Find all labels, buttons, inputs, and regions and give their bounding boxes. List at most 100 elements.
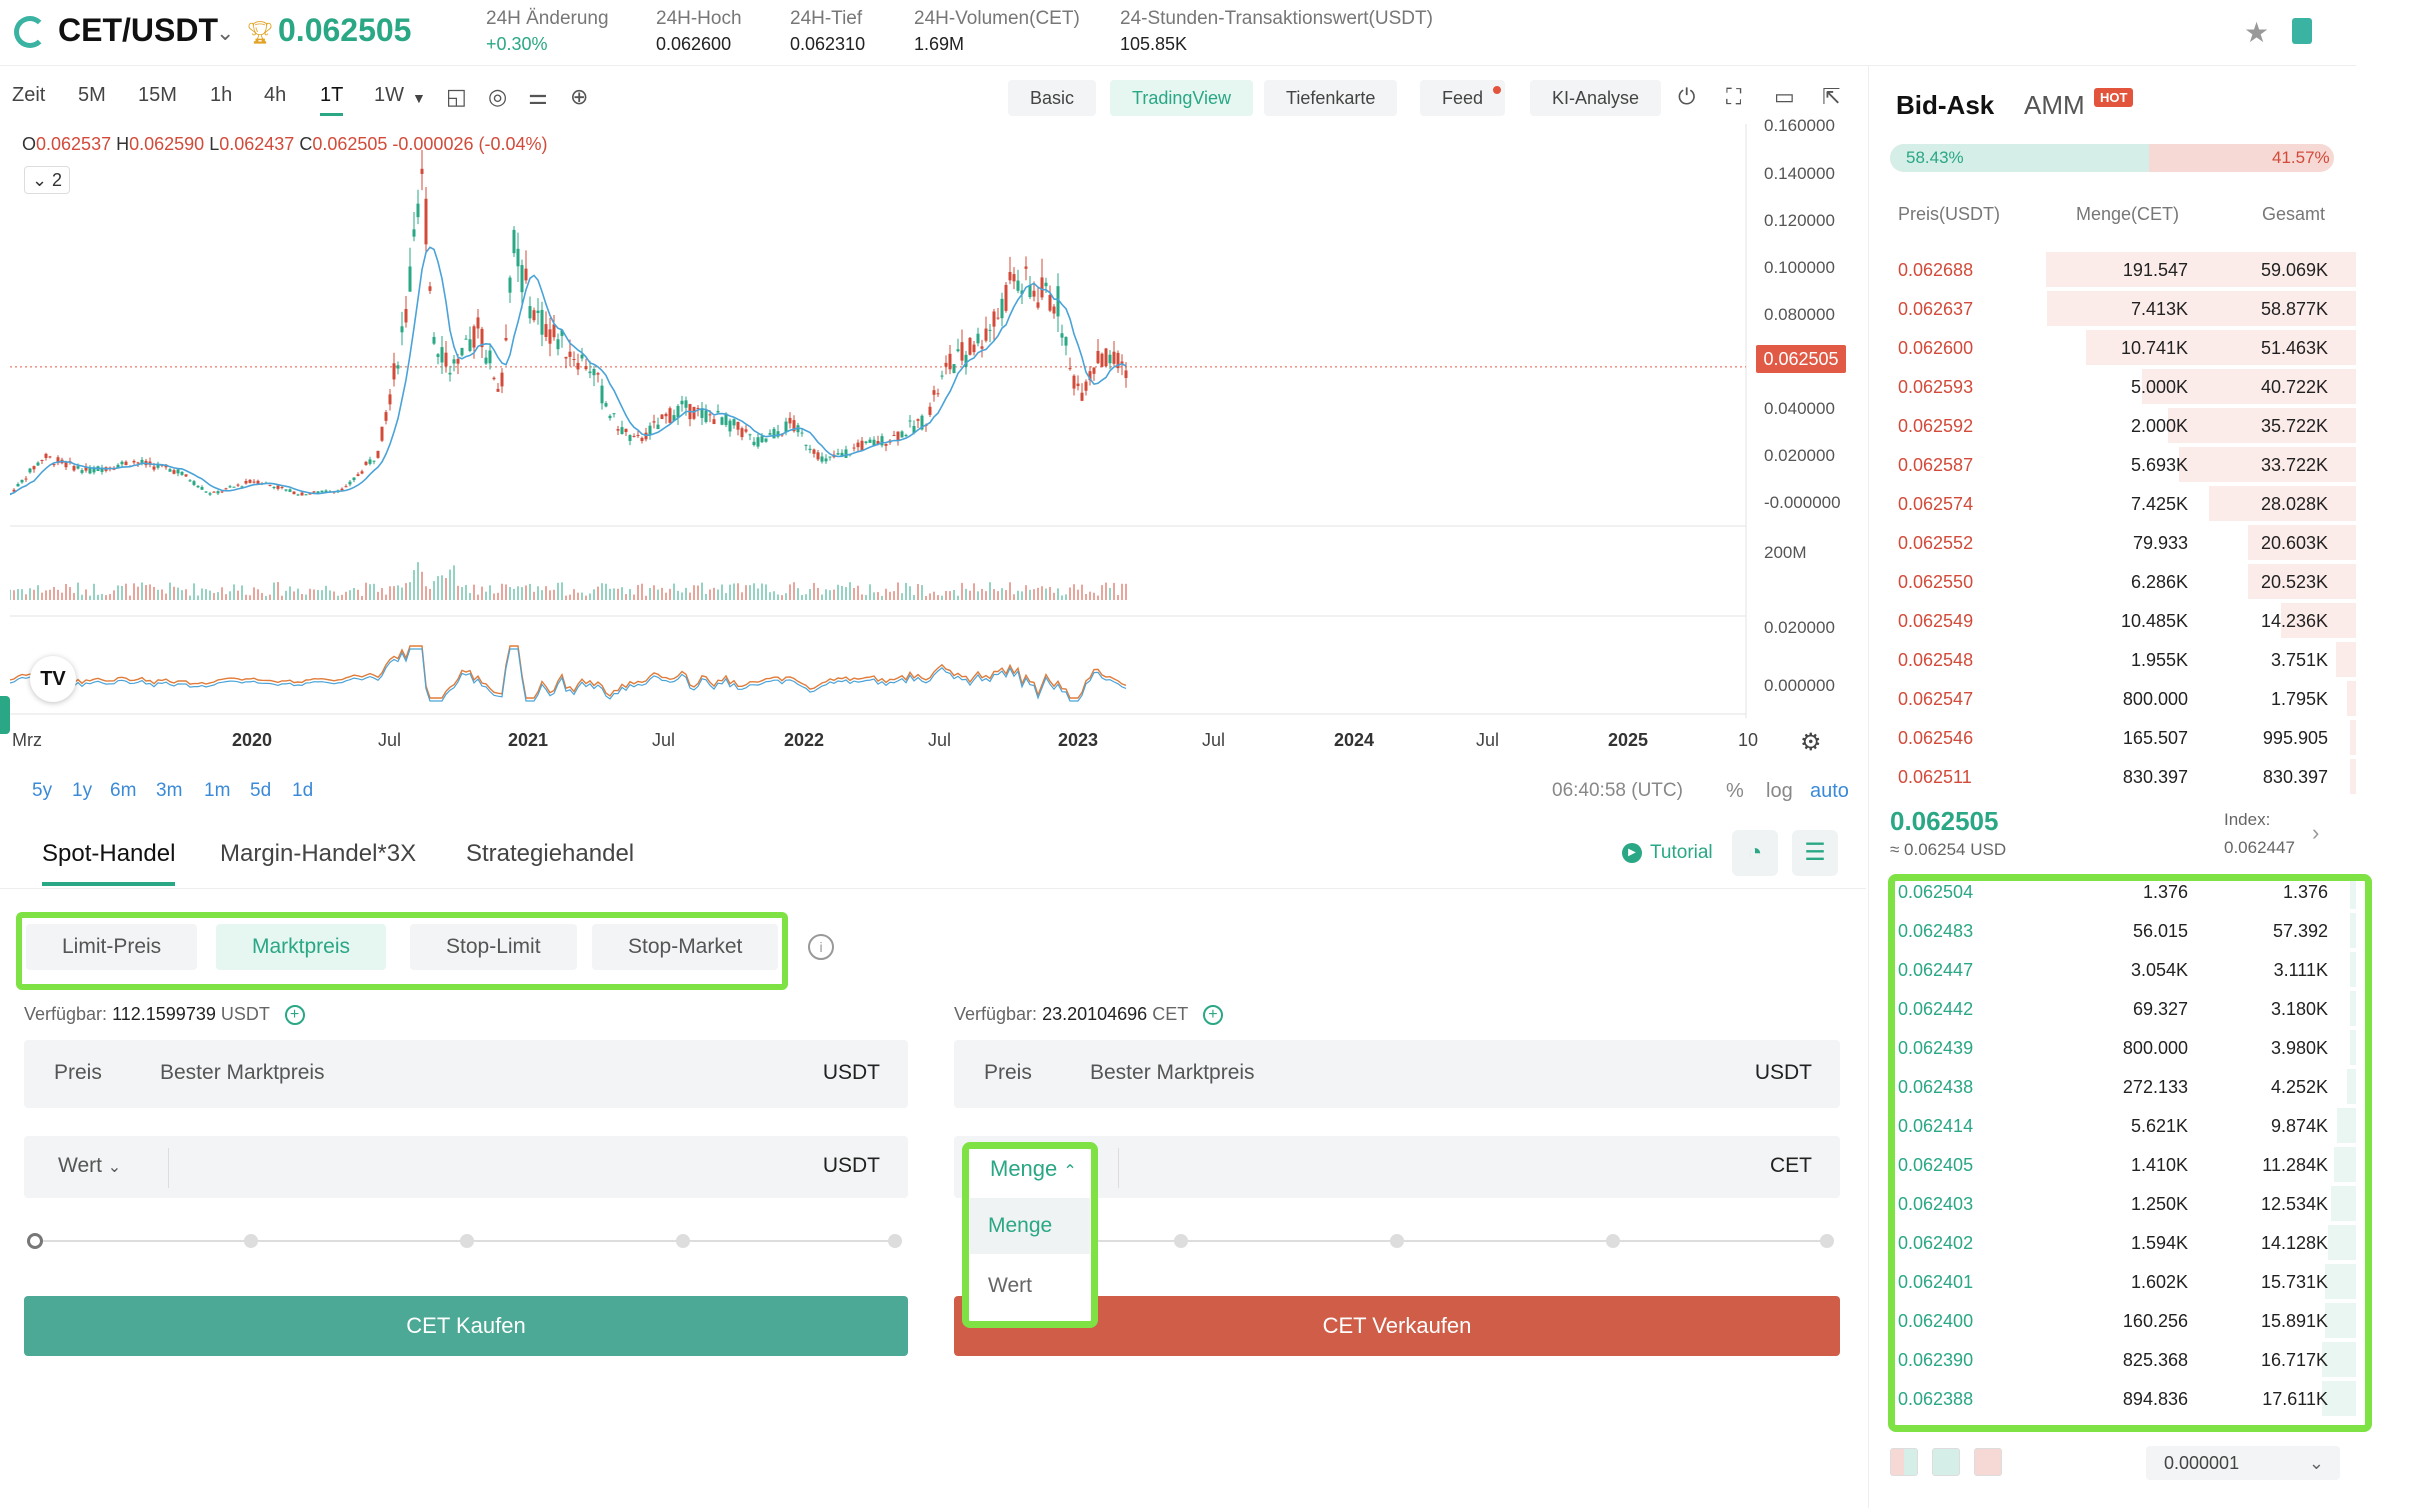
volume-bar	[165, 593, 167, 600]
sell-mode-select[interactable]: Menge ⌃	[990, 1156, 1077, 1182]
interval-4h[interactable]: 4h	[264, 84, 286, 107]
range-1d[interactable]: 1d	[292, 780, 313, 802]
dropdown-option-wert[interactable]: Wert	[970, 1258, 1090, 1314]
view-tiefenkarte[interactable]: Tiefenkarte	[1264, 80, 1398, 116]
pie-chart-icon[interactable]: ◔	[1732, 830, 1778, 876]
tab-bid-ask[interactable]: Bid-Ask	[1896, 90, 1994, 121]
interval-1h[interactable]: 1h	[210, 84, 232, 107]
range-1y[interactable]: 1y	[72, 780, 92, 802]
ask-row[interactable]: 0.062547 800.000 1.795K	[1870, 679, 2356, 718]
ask-row[interactable]: 0.062637 7.413K 58.877K	[1870, 289, 2356, 328]
info-icon[interactable]: i	[808, 934, 834, 960]
pair-selector[interactable]: CET/USDT	[58, 12, 218, 49]
ask-row[interactable]: 0.062592 2.000K 35.722K	[1870, 406, 2356, 445]
ask-row[interactable]: 0.062549 10.485K 14.236K	[1870, 601, 2356, 640]
slider-step[interactable]	[1174, 1234, 1188, 1248]
buy-price-field[interactable]: Preis Bester Marktpreis USDT	[24, 1040, 908, 1108]
interval-1t[interactable]: 1T	[320, 84, 344, 116]
chart-type-icon[interactable]: ◱	[446, 84, 467, 110]
view-asks-icon[interactable]	[1974, 1448, 2002, 1476]
ask-row[interactable]: 0.062574 7.425K 28.028K	[1870, 484, 2356, 523]
buy-slider-handle[interactable]	[27, 1233, 43, 1249]
favorite-star-icon[interactable]: ★	[2244, 16, 2269, 49]
ask-row[interactable]: 0.062546 165.507 995.905	[1870, 718, 2356, 757]
share-icon[interactable]: ⇱	[1822, 84, 1840, 110]
volume-bar	[597, 586, 599, 600]
chart-settings-icon[interactable]: ⚙	[1800, 728, 1822, 757]
slider-step[interactable]	[888, 1234, 902, 1248]
range-5y[interactable]: 5y	[32, 780, 52, 802]
ask-row[interactable]: 0.062548 1.955K 3.751K	[1870, 640, 2356, 679]
volume-bar	[657, 589, 659, 600]
interval-zeit[interactable]: Zeit	[12, 84, 45, 107]
view-both-icon[interactable]	[1890, 1448, 1918, 1476]
buy-button[interactable]: CET Kaufen	[24, 1296, 908, 1356]
interval-5m[interactable]: 5M	[78, 84, 106, 107]
range-6m[interactable]: 6m	[110, 780, 136, 802]
volume-bar	[381, 588, 383, 600]
tab-strategy[interactable]: Strategiehandel	[466, 840, 634, 868]
ask-row[interactable]: 0.062511 830.397 830.397	[1870, 757, 2356, 796]
order-type-limit[interactable]: Limit-Preis	[26, 924, 198, 970]
scale-percent[interactable]: %	[1726, 780, 1744, 803]
slider-step[interactable]	[1606, 1234, 1620, 1248]
ask-row[interactable]: 0.062600 10.741K 51.463K	[1870, 328, 2356, 367]
volume-bar	[713, 587, 715, 600]
book-icon[interactable]	[2292, 18, 2312, 44]
tab-amm[interactable]: AMM	[2024, 90, 2085, 121]
precision-select[interactable]: 0.000001 ⌄	[2146, 1446, 2340, 1480]
ask-row[interactable]: 0.062587 5.693K 33.722K	[1870, 445, 2356, 484]
interval-15m[interactable]: 15M	[138, 84, 177, 107]
interval-1w[interactable]: 1W	[374, 84, 404, 107]
deposit-plus-icon[interactable]: +	[284, 1005, 305, 1026]
slider-step[interactable]	[460, 1234, 474, 1248]
chevron-right-icon[interactable]: ›	[2312, 820, 2319, 846]
transfer-plus-icon[interactable]: +	[1202, 1005, 1223, 1026]
ask-row[interactable]: 0.062688 191.547 59.069K	[1870, 250, 2356, 289]
range-5d[interactable]: 5d	[250, 780, 271, 802]
tutorial-link[interactable]: ▶ Tutorial	[1622, 842, 1713, 864]
fullscreen-icon[interactable]: ⛶	[1726, 84, 1741, 110]
slider-step[interactable]	[1820, 1234, 1834, 1248]
dropdown-option-menge[interactable]: Menge	[970, 1198, 1090, 1254]
add-icon[interactable]: ⊕	[570, 84, 588, 110]
ask-price: 0.062547	[1898, 689, 1974, 709]
panel-handle[interactable]	[0, 696, 10, 734]
slider-step[interactable]	[244, 1234, 258, 1248]
volume-bar	[105, 595, 107, 600]
view-basic[interactable]: Basic	[1008, 80, 1097, 116]
view-tradingview[interactable]: TradingView	[1110, 80, 1254, 116]
tab-spot[interactable]: Spot-Handel	[42, 840, 176, 886]
tab-margin[interactable]: Margin-Handel*3X	[220, 840, 416, 868]
ask-row[interactable]: 0.062552 79.933 20.603K	[1870, 523, 2356, 562]
price-chart[interactable]	[10, 124, 1756, 718]
power-icon[interactable]: ⏻	[1678, 84, 1695, 110]
buy-amount-field[interactable]: Wert ⌄ USDT	[24, 1136, 908, 1198]
range-3m[interactable]: 3m	[156, 780, 182, 802]
slider-step[interactable]	[676, 1234, 690, 1248]
order-type-stop-market[interactable]: Stop-Market	[592, 924, 779, 970]
candle-icon[interactable]: ⚌	[528, 84, 548, 110]
sell-price-field[interactable]: Preis Bester Marktpreis USDT	[954, 1040, 1840, 1108]
scale-log[interactable]: log	[1766, 780, 1793, 803]
slider-step[interactable]	[1390, 1234, 1404, 1248]
scale-auto[interactable]: auto	[1810, 780, 1849, 803]
ask-row[interactable]: 0.062550 6.286K 20.523K	[1870, 562, 2356, 601]
indicator-icon[interactable]: ◎	[488, 84, 507, 110]
ask-row[interactable]: 0.062593 5.000K 40.722K	[1870, 367, 2356, 406]
candle-body	[772, 428, 776, 439]
volume-bar	[1057, 588, 1059, 600]
view-bids-icon[interactable]	[1932, 1448, 1960, 1476]
volume-bar	[1025, 585, 1027, 600]
view-feed[interactable]: Feed	[1420, 80, 1506, 116]
interval-dropdown-icon[interactable]: ▼	[412, 90, 426, 106]
buy-mode-select[interactable]: Wert ⌄	[58, 1154, 121, 1178]
layout-icon[interactable]: ▭	[1774, 84, 1795, 110]
order-type-market[interactable]: Marktpreis	[216, 924, 387, 970]
range-1m[interactable]: 1m	[204, 780, 230, 802]
chevron-down-icon[interactable]: ⌄	[216, 20, 234, 46]
order-type-stop-limit[interactable]: Stop-Limit	[410, 924, 577, 970]
view-ki-analyse[interactable]: KI-Analyse	[1530, 80, 1662, 116]
candle-body	[200, 487, 204, 490]
settings-sliders-icon[interactable]: ☰	[1792, 830, 1838, 876]
